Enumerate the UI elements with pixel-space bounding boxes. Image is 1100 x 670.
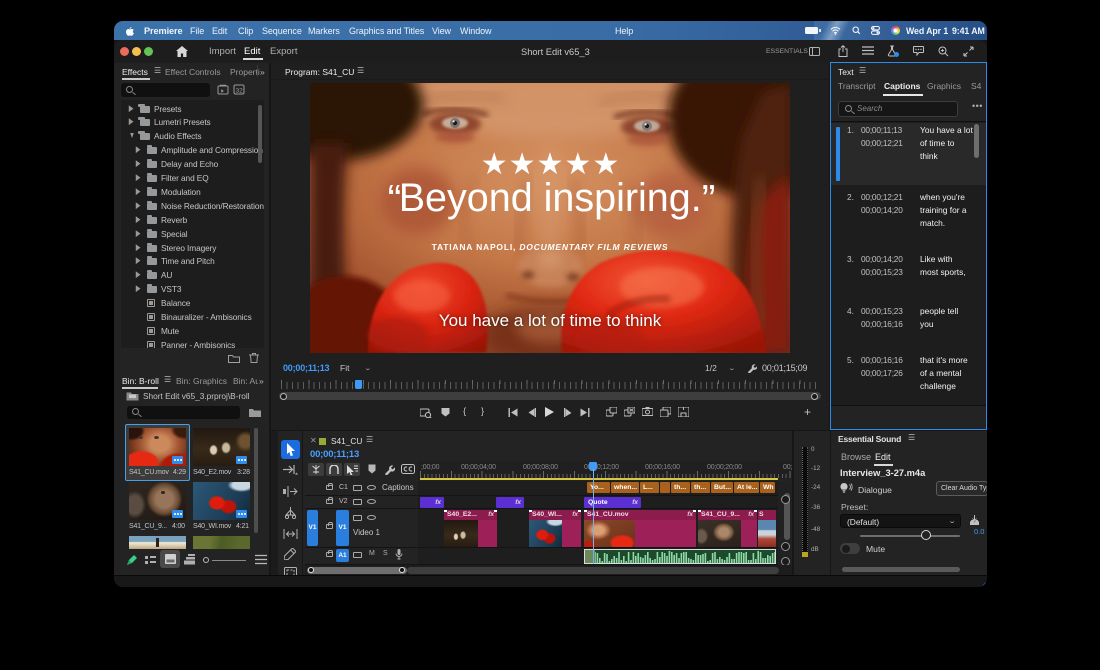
- svg-text:32: 32: [236, 88, 244, 95]
